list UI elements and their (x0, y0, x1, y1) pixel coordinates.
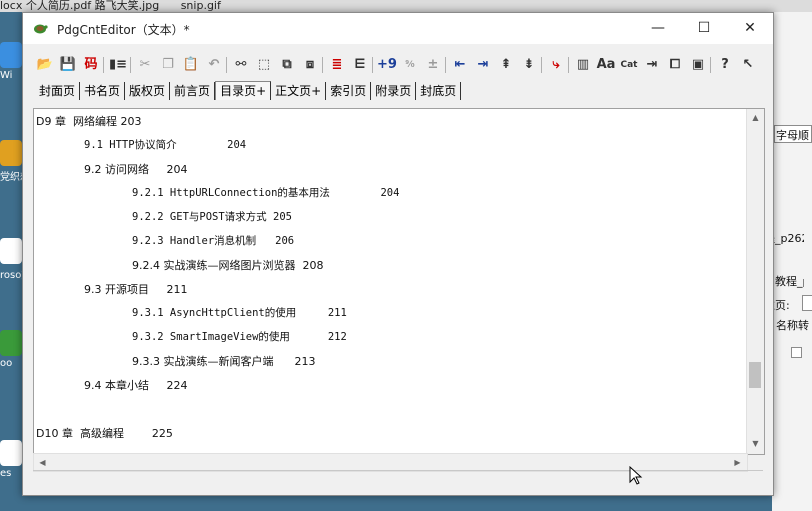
pointer-help-icon[interactable]: ↖ (738, 55, 758, 75)
toolbar-separator (130, 57, 131, 73)
toc-line[interactable]: 9.3.2 SmartImageView的使用 212 (132, 329, 347, 344)
tab-4[interactable]: 目录页+ (215, 81, 272, 100)
cut-icon[interactable]: ✂ (135, 55, 155, 75)
desktop-icon-glyph (0, 42, 22, 68)
toolbar-separator (103, 57, 104, 73)
indent-list-icon[interactable]: ⋿ (350, 55, 370, 75)
toc-line[interactable]: 9.2.3 Handler消息机制 206 (132, 233, 294, 248)
bookmark-icon[interactable]: ▮≡ (108, 55, 128, 75)
maximize-button[interactable]: ☐ (681, 13, 727, 44)
minimize-button[interactable]: — (635, 13, 681, 44)
page-offset-icon[interactable]: ⁹⁄₀ (400, 55, 420, 75)
add-subtract-icon[interactable]: ± (423, 55, 443, 75)
help-icon[interactable]: ? (715, 55, 735, 75)
toc-line[interactable]: 9.3 开源项目 211 (84, 281, 187, 297)
desktop-icon-glyph (0, 440, 22, 466)
background-title-2: snip.gif (180, 0, 221, 12)
status-bar (33, 470, 763, 485)
toc-line[interactable]: 9.2.1 HttpURLConnection的基本用法 204 (132, 185, 399, 200)
background-field-box (802, 295, 812, 311)
preview-icon[interactable]: ▣ (688, 55, 708, 75)
scroll-left-icon[interactable]: ◀ (34, 454, 51, 471)
move-up-icon[interactable]: ⇞ (496, 55, 516, 75)
page-tabs: 封面页 书名页 版权页 前言页 目录页+ 正文页+ 索引页 附录页 封底页 (35, 81, 462, 100)
tab-0[interactable]: 封面页 (35, 82, 81, 100)
background-right-panel: 字母顺 程_p262. 则教程_p 准页: 名称转 (764, 12, 812, 511)
save-icon[interactable]: 💾 (58, 55, 78, 75)
desktop-icon-glyph (0, 238, 22, 264)
toolbar-separator (568, 57, 569, 73)
category-icon[interactable]: Cat (619, 55, 639, 75)
undo-icon[interactable]: ↶ (204, 55, 224, 75)
toolbar-separator (226, 57, 227, 73)
background-title-1: locx 个人简历.pdf 路飞大笑.jpg (0, 0, 160, 12)
indent-icon[interactable]: ⇥ (473, 55, 493, 75)
desktop-icon-glyph (0, 140, 22, 166)
toc-line[interactable]: D9 章 网络编程 203 (36, 113, 141, 129)
pdgcnteditor-window: PdgCntEditor（文本）* — ☐ ✕ 📂 💾 码 ▮≡ ✂ ❐ 📋 ↶ ⚯ ⬚ ⧉ ⧈ ≣ ⋿ +… (22, 12, 774, 496)
format-list-icon[interactable]: ≣ (327, 55, 347, 75)
encoding-icon[interactable]: 码 (81, 55, 101, 75)
toc-line[interactable]: 9.3.3 实战演练—新闻客户端 213 (132, 353, 315, 369)
font-icon[interactable]: Aa (596, 55, 616, 75)
copy-icon[interactable]: ❐ (158, 55, 178, 75)
paste-icon[interactable]: 📋 (181, 55, 201, 75)
toc-line[interactable]: 9.2.2 GET与POST请求方式 205 (132, 209, 292, 224)
tab-6[interactable]: 索引页 (326, 82, 372, 100)
toc-line[interactable]: 9.2 访问网络 204 (84, 161, 187, 177)
background-option-label: 名称转 (776, 319, 809, 332)
window-icon[interactable]: ⧠ (665, 55, 685, 75)
turtle-app-icon (34, 24, 48, 34)
page-number-icon[interactable]: +9 (377, 55, 397, 75)
toc-line[interactable]: 9.4 本章小结 224 (84, 377, 187, 393)
tab-7[interactable]: 附录页 (371, 82, 417, 100)
window-titlebar[interactable]: PdgCntEditor（文本）* — ☐ ✕ (23, 13, 773, 44)
toc-line[interactable]: 9.2.4 实战演练—网络图片浏览器 208 (132, 257, 323, 273)
background-taskbar-titles: locx 个人简历.pdf 路飞大笑.jpg snip.gif (0, 0, 812, 12)
scroll-up-icon[interactable]: ▲ (747, 109, 764, 126)
background-heading: 字母顺 (776, 129, 809, 142)
mouse-cursor-icon (629, 466, 643, 485)
tab-5[interactable]: 正文页+ (271, 82, 327, 100)
open-icon[interactable]: 📂 (35, 55, 55, 75)
toolbar-separator (372, 57, 373, 73)
tab-2[interactable]: 版权页 (125, 82, 171, 100)
close-button[interactable]: ✕ (727, 13, 773, 44)
window-title: PdgCntEditor（文本）* (57, 23, 190, 37)
toolbar-separator (710, 57, 711, 73)
move-down-icon[interactable]: ⇟ (519, 55, 539, 75)
tab-8[interactable]: 封底页 (416, 82, 462, 100)
background-checkbox (791, 347, 802, 358)
scroll-right-icon[interactable]: ▶ (729, 454, 746, 471)
toolbar-separator (445, 57, 446, 73)
vertical-scrollbar[interactable]: ▲ ▼ (746, 109, 764, 454)
replace-icon[interactable]: ⧈ (300, 55, 320, 75)
find-page-icon[interactable]: ⧉ (277, 55, 297, 75)
toc-line[interactable]: 9.3.1 AsyncHttpClient的使用 211 (132, 305, 347, 320)
find-icon[interactable]: ⚯ (231, 55, 251, 75)
tab-3[interactable]: 前言页 (170, 82, 216, 100)
tab-1[interactable]: 书名页 (80, 82, 126, 100)
toolbar-separator (322, 57, 323, 73)
pdf-icon[interactable]: ⤷ (546, 55, 566, 75)
desktop-icon-glyph (0, 330, 22, 356)
toolbar: 📂 💾 码 ▮≡ ✂ ❐ 📋 ↶ ⚯ ⬚ ⧉ ⧈ ≣ ⋿ +9 ⁹⁄₀ ± ⇤ ⇥ ⇞ ⇟ ⤷ ▥ Aa Cat ⇥ ⧠ ▣? ↖ (23, 51, 773, 79)
scroll-down-icon[interactable]: ▼ (747, 435, 764, 452)
text-editor[interactable]: D9 章 网络编程 203 9.1 HTTP协议简介 204 9.2 访问网络 20… (33, 108, 765, 455)
insert-icon[interactable]: ⇥ (642, 55, 662, 75)
columns-icon[interactable]: ▥ (573, 55, 593, 75)
outdent-icon[interactable]: ⇤ (450, 55, 470, 75)
toc-line[interactable]: D10 章 高级编程 225 (36, 425, 173, 441)
find-next-icon[interactable]: ⬚ (254, 55, 274, 75)
toc-line[interactable]: 9.1 HTTP协议简介 204 (84, 137, 246, 152)
toolbar-separator (541, 57, 542, 73)
vertical-scroll-thumb[interactable] (749, 362, 761, 388)
